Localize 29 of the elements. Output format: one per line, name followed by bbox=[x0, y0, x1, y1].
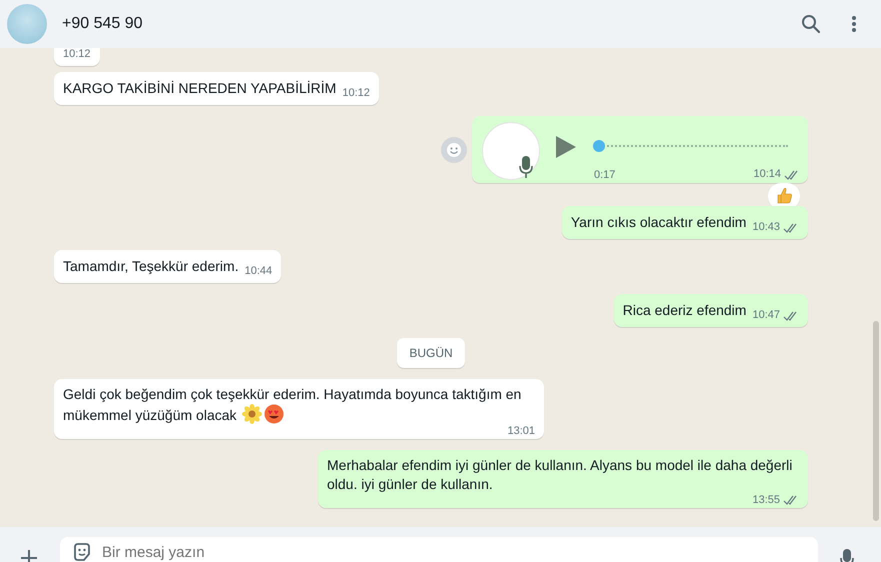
plus-icon[interactable] bbox=[20, 549, 38, 562]
scrollbar-thumb[interactable] bbox=[873, 321, 879, 521]
emoji-reaction-button[interactable] bbox=[441, 136, 467, 162]
message-time: 13:01 bbox=[507, 424, 535, 438]
message-time: 10:12 bbox=[342, 86, 370, 101]
voice-duration: 0:17 bbox=[594, 168, 616, 183]
message-text: Geldi çok beğendim çok teşekkür ederim. Hayatımda boyunca taktığım en mükemmel yüzüğüm olacak bbox=[63, 385, 522, 425]
menu-icon[interactable] bbox=[851, 15, 857, 33]
play-icon[interactable] bbox=[556, 136, 576, 158]
audio-progress-thumb[interactable] bbox=[593, 140, 605, 152]
message-text: KARGO TAKİBİNİ NEREDEN YAPABİLİRİM bbox=[63, 79, 336, 98]
heart-eyes-face-icon bbox=[264, 404, 284, 424]
message-text: Rica ederiz efendim bbox=[622, 301, 746, 320]
message-time: 10:43 bbox=[752, 220, 780, 235]
message-time: 13:55 bbox=[752, 492, 780, 508]
flower-icon bbox=[242, 404, 262, 424]
message-text: Yarın cıkıs olacaktır efendim bbox=[570, 213, 746, 232]
audio-progress-track[interactable] bbox=[594, 140, 788, 152]
message-time: 10:47 bbox=[752, 308, 780, 323]
search-icon[interactable] bbox=[801, 14, 821, 34]
sticker-icon[interactable] bbox=[72, 542, 92, 562]
contact-name[interactable]: +90 545 90 bbox=[62, 15, 143, 33]
message-text: Tamamdır, Teşekkür ederim. bbox=[63, 257, 239, 276]
microphone-icon bbox=[519, 156, 533, 178]
message-composer[interactable]: Bir mesaj yazın bbox=[60, 537, 818, 562]
message-text: Merhabalar efendim iyi günler de kullanın. Alyans bu model ile daha değerli oldu. iyi günler de kullanın. bbox=[327, 456, 794, 494]
message-time: 10:44 bbox=[244, 264, 272, 279]
message-time: 10:12 bbox=[63, 48, 91, 62]
message-time: 10:14 bbox=[753, 167, 781, 182]
